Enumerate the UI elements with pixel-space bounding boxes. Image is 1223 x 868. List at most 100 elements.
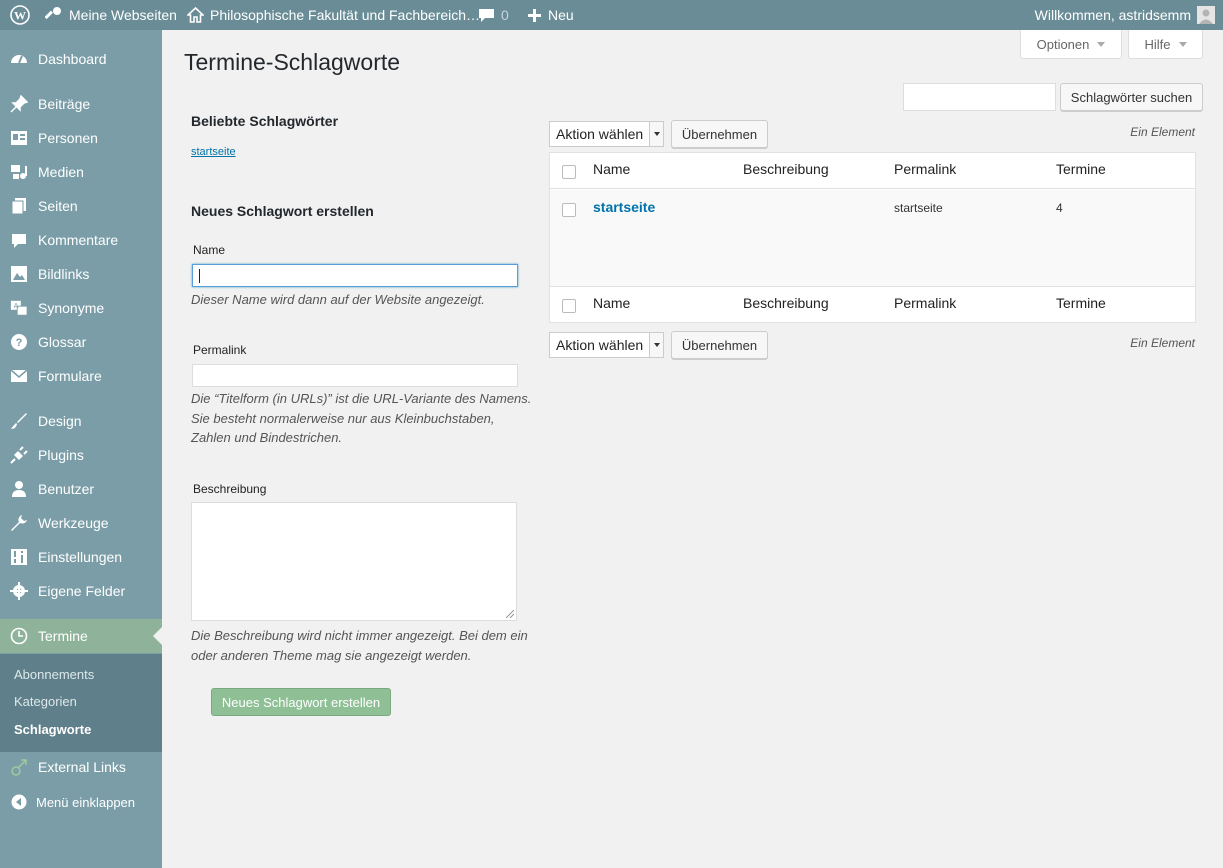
- menu-glossar[interactable]: ? Glossar: [0, 325, 162, 359]
- site-name-menu[interactable]: Philosophische Fakultät und Fachbereich…: [187, 0, 480, 30]
- settings-icon: [10, 548, 28, 566]
- create-tag-button[interactable]: Neues Schlagwort erstellen: [211, 688, 391, 716]
- column-permalink-footer[interactable]: Permalink: [894, 295, 956, 311]
- text-cursor: [199, 269, 200, 283]
- chevron-down-icon: [1097, 41, 1106, 47]
- new-content-menu[interactable]: Neu: [527, 0, 574, 30]
- popular-tag-link[interactable]: startseite: [191, 146, 236, 158]
- admin-sidebar: Dashboard Beiträge Personen Medien Seite…: [0, 30, 162, 868]
- name-field-description: Dieser Name wird dann auf der Website an…: [191, 292, 485, 307]
- column-description[interactable]: Beschreibung: [743, 161, 829, 177]
- bulk-action-select-bottom[interactable]: Aktion wählen: [549, 332, 664, 358]
- description-help-line-2: oder anderen Theme mag sie angezeigt wer…: [191, 648, 472, 663]
- menu-personen[interactable]: Personen: [0, 121, 162, 155]
- svg-text:?: ?: [16, 337, 23, 349]
- permalink-description-line-1: Die “Titelform (in URLs)” ist die URL-Va…: [191, 391, 532, 406]
- row-permalink: startseite: [894, 201, 943, 215]
- submenu-abonnements[interactable]: Abonnements: [14, 667, 94, 682]
- menu-formulare[interactable]: Formulare: [0, 359, 162, 393]
- screen-options-tab[interactable]: Optionen: [1020, 30, 1122, 59]
- menu-medien[interactable]: Medien: [0, 155, 162, 189]
- column-name-footer[interactable]: Name: [593, 295, 630, 311]
- name-field[interactable]: [192, 264, 518, 287]
- menu-termine[interactable]: Termine: [0, 619, 162, 653]
- table-header: Name Beschreibung Permalink Termine: [550, 153, 1195, 189]
- description-textarea[interactable]: [191, 502, 517, 621]
- clock-icon: [10, 627, 28, 645]
- my-sites-label: Meine Webseiten: [69, 7, 177, 23]
- submenu-schlagworte[interactable]: Schlagworte: [14, 722, 91, 737]
- menu-design[interactable]: Design: [0, 404, 162, 438]
- account-menu[interactable]: Willkommen, astridsemm: [1035, 0, 1215, 30]
- help-tab[interactable]: Hilfe: [1128, 30, 1203, 59]
- table-row: startseite startseite 4: [550, 190, 1195, 286]
- external-link-icon: [10, 758, 28, 776]
- site-name-label: Philosophische Fakultät und Fachbereich…: [210, 7, 481, 23]
- tags-table: Name Beschreibung Permalink Termine star…: [549, 152, 1196, 323]
- menu-bildlinks[interactable]: Bildlinks: [0, 257, 162, 291]
- wordpress-logo-icon[interactable]: W: [10, 0, 30, 30]
- comments-menu[interactable]: 0: [478, 0, 509, 30]
- id-card-icon: [10, 129, 28, 147]
- item-count-bottom: Ein Element: [1130, 336, 1195, 350]
- permalink-field[interactable]: [192, 364, 518, 387]
- key-icon: [45, 7, 61, 20]
- new-label: Neu: [548, 7, 574, 23]
- bulk-action-value-bottom: Aktion wählen: [556, 337, 644, 353]
- image-icon: [10, 265, 28, 283]
- column-count[interactable]: Termine: [1056, 161, 1106, 177]
- menu-werkzeuge[interactable]: Werkzeuge: [0, 506, 162, 540]
- comment-bubble-icon: [479, 9, 494, 22]
- translate-icon: A: [10, 299, 28, 317]
- menu-synonyme[interactable]: A Synonyme: [0, 291, 162, 325]
- select-all-checkbox[interactable]: [562, 165, 576, 179]
- menu-kommentare[interactable]: Kommentare: [0, 223, 162, 257]
- bulk-action-select-top[interactable]: Aktion wählen: [549, 121, 664, 147]
- apply-button-top[interactable]: Übernehmen: [671, 120, 768, 148]
- comment-icon: [10, 231, 28, 249]
- menu-einstellungen[interactable]: Einstellungen: [0, 540, 162, 574]
- menu-dashboard[interactable]: Dashboard: [0, 42, 162, 76]
- menu-plugins[interactable]: Plugins: [0, 438, 162, 472]
- tag-search-input[interactable]: [903, 83, 1056, 111]
- apply-button-bottom[interactable]: Übernehmen: [671, 331, 768, 359]
- menu-seiten[interactable]: Seiten: [0, 189, 162, 223]
- column-count-footer[interactable]: Termine: [1056, 295, 1106, 311]
- media-icon: [10, 163, 28, 181]
- comments-count: 0: [501, 7, 509, 23]
- collapse-menu-button[interactable]: Menü einklappen: [0, 785, 162, 819]
- pages-icon: [10, 197, 28, 215]
- menu-external-links[interactable]: External Links: [0, 750, 162, 784]
- name-field-label: Name: [193, 243, 226, 257]
- column-description-footer[interactable]: Beschreibung: [743, 295, 829, 311]
- select-all-checkbox-footer[interactable]: [562, 299, 576, 313]
- select-arrow-icon: [649, 122, 663, 146]
- row-tag-name-link[interactable]: startseite: [593, 199, 655, 215]
- pin-icon: [10, 95, 28, 113]
- svg-text:A: A: [14, 301, 19, 310]
- search-tags-button[interactable]: Schlagwörter suchen: [1060, 83, 1203, 111]
- permalink-field-label: Permalink: [193, 343, 247, 357]
- row-checkbox[interactable]: [562, 203, 576, 217]
- resize-handle-icon[interactable]: [506, 610, 514, 618]
- screen-options-label: Optionen: [1036, 36, 1090, 52]
- description-help-line-1: Die Beschreibung wird nicht immer angeze…: [191, 628, 528, 643]
- column-name[interactable]: Name: [593, 161, 630, 177]
- my-sites-menu[interactable]: Meine Webseiten: [45, 0, 177, 30]
- admin-bar: W Meine Webseiten Philosophische Fakultä…: [0, 0, 1223, 30]
- submenu-kategorien[interactable]: Kategorien: [14, 694, 77, 709]
- menu-eigene-felder[interactable]: Eigene Felder: [0, 574, 162, 608]
- column-permalink[interactable]: Permalink: [894, 161, 956, 177]
- row-count-link[interactable]: 4: [1056, 201, 1063, 215]
- help-label: Hilfe: [1144, 36, 1171, 52]
- wrench-icon: [10, 514, 28, 532]
- home-icon: [187, 7, 204, 23]
- table-footer: Name Beschreibung Permalink Termine: [550, 286, 1195, 322]
- bulk-action-value: Aktion wählen: [556, 126, 644, 142]
- menu-beitraege[interactable]: Beiträge: [0, 87, 162, 121]
- greeting-text: Willkommen, astridsemm: [1034, 7, 1191, 23]
- avatar: [1197, 6, 1215, 24]
- dashboard-icon: [10, 50, 28, 68]
- permalink-description-line-2: Sie besteht normalerweise nur aus Kleinb…: [191, 411, 495, 426]
- menu-benutzer[interactable]: Benutzer: [0, 472, 162, 506]
